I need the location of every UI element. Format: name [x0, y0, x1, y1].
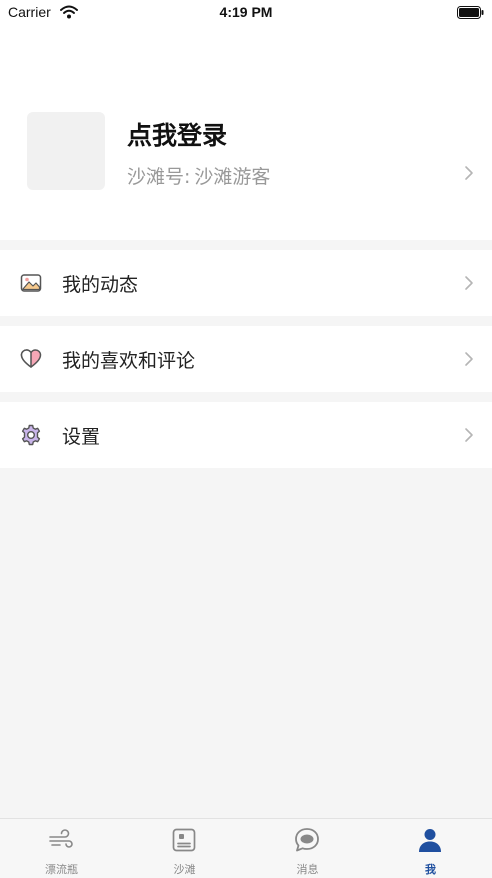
beach-id-label: 沙滩号:	[127, 166, 191, 188]
chevron-right-icon	[465, 166, 473, 180]
menu-item-label: 我的动态	[62, 274, 139, 296]
status-bar: Carrier 4:19 PM	[0, 0, 492, 26]
chevron-right-icon	[465, 352, 473, 366]
tab-label: 消息	[296, 863, 319, 876]
tab-drift-bottle[interactable]: 漂流瓶	[0, 819, 123, 878]
card-icon	[172, 828, 196, 852]
tab-label: 我	[425, 863, 436, 876]
tab-label: 漂流瓶	[45, 863, 78, 876]
menu-item-settings[interactable]: 设置	[0, 402, 492, 468]
profile-header[interactable]: 点我登录 沙滩号: 沙滩游客	[0, 26, 492, 240]
image-icon	[20, 274, 42, 292]
status-time: 4:19 PM	[219, 4, 273, 20]
tab-bar: 漂流瓶 沙滩 消息 我	[0, 818, 492, 878]
wind-icon	[49, 829, 73, 848]
menu-item-my-posts[interactable]: 我的动态	[0, 250, 492, 316]
person-icon	[419, 829, 441, 852]
tab-beach[interactable]: 沙滩	[123, 819, 246, 878]
beach-id: 沙滩号: 沙滩游客	[127, 162, 270, 189]
heart-icon	[20, 349, 42, 368]
tab-messages[interactable]: 消息	[246, 819, 369, 878]
login-prompt[interactable]: 点我登录	[127, 116, 227, 152]
chevron-right-icon	[465, 428, 473, 442]
menu-item-likes-comments[interactable]: 我的喜欢和评论	[0, 326, 492, 392]
tab-label: 沙滩	[173, 863, 196, 876]
menu-item-label: 我的喜欢和评论	[62, 350, 196, 372]
beach-id-value: 沙滩游客	[194, 166, 271, 188]
avatar[interactable]	[27, 112, 105, 190]
chat-bubble-icon	[295, 828, 319, 852]
battery-icon	[457, 6, 484, 19]
tab-me[interactable]: 我	[369, 819, 492, 878]
chevron-right-icon	[465, 276, 473, 290]
gear-icon	[21, 424, 41, 446]
menu-item-label: 设置	[62, 426, 101, 448]
